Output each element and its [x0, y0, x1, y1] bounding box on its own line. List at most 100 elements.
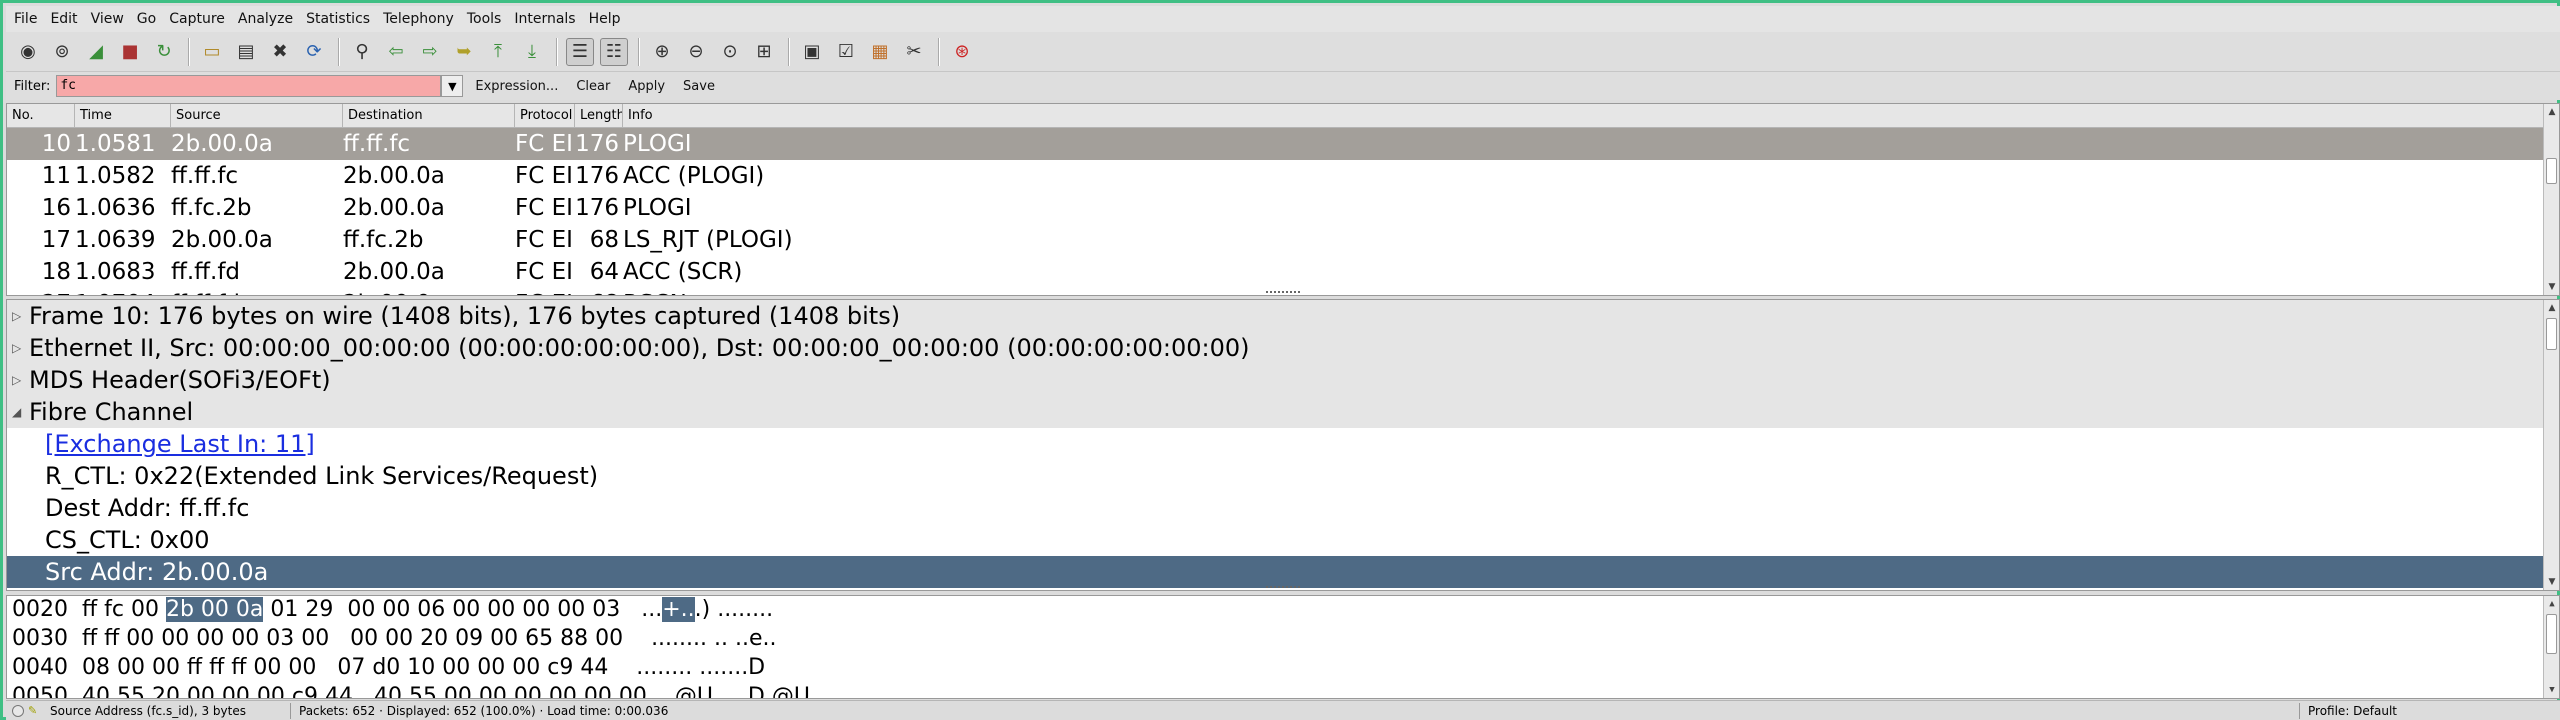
- capture-filters-icon[interactable]: ▣: [798, 38, 826, 66]
- status-bar: ✎ Source Address (fc.s_id), 3 bytes Pack…: [6, 700, 2560, 720]
- menu-statistics[interactable]: Statistics: [306, 11, 370, 27]
- tree-item-src-addr[interactable]: Src Addr: 2b.00.0a: [7, 556, 2559, 588]
- hex-row[interactable]: 0050 40 55 20 00 00 00 c9 44 40 55 00 00…: [7, 683, 2559, 698]
- chevron-down-icon[interactable]: ▼: [441, 75, 464, 97]
- packet-bytes-pane: 0020 ff fc 00 2b 00 0a 01 29 00 00 06 00…: [6, 595, 2560, 699]
- apply-button[interactable]: Apply: [628, 79, 665, 94]
- table-row[interactable]: 10 1.0581 2b.00.0a ff.ff.fc FC EI 176 PL…: [7, 128, 2559, 160]
- menu-help[interactable]: Help: [589, 11, 621, 27]
- column-header-destination[interactable]: Destination: [343, 104, 515, 127]
- collapse-arrow-icon[interactable]: ◢: [12, 396, 21, 428]
- cell-destination: ff.ff.fc: [343, 131, 411, 157]
- cell-info: LS_RJT (PLOGI): [623, 227, 793, 253]
- save-file-icon[interactable]: ▤: [232, 38, 260, 66]
- menu-capture[interactable]: Capture: [169, 11, 225, 27]
- table-row[interactable]: 16 1.0636 ff.fc.2b 2b.00.0a FC EI 176 PL…: [7, 192, 2559, 224]
- menu-analyze[interactable]: Analyze: [238, 11, 293, 27]
- menu-go[interactable]: Go: [137, 11, 156, 27]
- tree-item-cs-ctl[interactable]: CS_CTL: 0x00: [7, 524, 2559, 556]
- column-header-info[interactable]: Info: [623, 104, 2559, 127]
- scroll-up-icon[interactable]: ▲: [2544, 596, 2559, 612]
- tree-item-fibre-channel[interactable]: ◢ Fibre Channel: [7, 396, 2559, 428]
- zoom-out-icon[interactable]: ⊖: [682, 38, 710, 66]
- table-row[interactable]: 17 1.0639 2b.00.0a ff.fc.2b FC EI 68 LS_…: [7, 224, 2559, 256]
- menu-file[interactable]: File: [14, 11, 37, 27]
- menu-internals[interactable]: Internals: [514, 11, 575, 27]
- stop-capture-icon[interactable]: ■: [116, 38, 144, 66]
- hex-row[interactable]: 0030 ff ff 00 00 00 00 03 00 00 00 20 09…: [7, 625, 2559, 654]
- scrollbar-thumb[interactable]: [2546, 318, 2557, 350]
- scroll-down-icon[interactable]: ▼: [2544, 682, 2559, 698]
- hex-row[interactable]: 0040 08 00 00 ff ff ff 00 00 07 d0 10 00…: [7, 654, 2559, 683]
- expression-button[interactable]: Expression...: [475, 79, 558, 94]
- menu-tools[interactable]: Tools: [467, 11, 502, 27]
- go-forward-icon[interactable]: ⇨: [416, 38, 444, 66]
- scroll-up-icon[interactable]: ▲: [2544, 300, 2559, 316]
- help-icon[interactable]: ⊛: [948, 38, 976, 66]
- auto-scroll-icon[interactable]: ☷: [600, 37, 628, 66]
- scrollbar-thumb[interactable]: [2546, 158, 2557, 184]
- tree-item-ethernet[interactable]: ▷ Ethernet II, Src: 00:00:00_00:00:00 (0…: [7, 332, 2559, 364]
- expand-arrow-icon[interactable]: ▷: [12, 332, 21, 364]
- cell-destination: 2b.00.0a: [343, 195, 445, 221]
- column-header-length[interactable]: Length: [575, 104, 623, 127]
- zoom-normal-icon[interactable]: ⊙: [716, 38, 744, 66]
- tree-item-exchange-link[interactable]: [Exchange Last In: 11]: [7, 428, 2559, 460]
- go-back-icon[interactable]: ⇦: [382, 38, 410, 66]
- coloring-rules-icon[interactable]: ▦: [866, 38, 894, 66]
- status-profile[interactable]: Profile: Default: [2300, 704, 2560, 718]
- column-header-no[interactable]: No.: [7, 104, 75, 127]
- table-row[interactable]: 18 1.0683 ff.ff.fd 2b.00.0a FC EI 64 ACC…: [7, 256, 2559, 288]
- preferences-icon[interactable]: ✂: [900, 38, 928, 66]
- go-last-icon[interactable]: ⤓: [518, 38, 546, 66]
- packet-list-scrollbar[interactable]: ▲ ▼: [2543, 104, 2559, 295]
- close-file-icon[interactable]: ✖: [266, 38, 294, 66]
- cell-length: 64: [589, 259, 619, 285]
- capture-options-icon[interactable]: ⊚: [48, 38, 76, 66]
- menu-view[interactable]: View: [91, 11, 124, 27]
- restart-capture-icon[interactable]: ↻: [150, 38, 178, 66]
- scroll-down-icon[interactable]: ▼: [2544, 279, 2559, 295]
- start-capture-icon[interactable]: ◢: [82, 38, 110, 66]
- scroll-up-icon[interactable]: ▲: [2544, 104, 2559, 120]
- find-packet-icon[interactable]: ⚲: [348, 38, 376, 66]
- expand-arrow-icon[interactable]: ▷: [12, 300, 21, 332]
- cell-protocol: FC EI: [515, 163, 573, 189]
- column-header-protocol[interactable]: Protocol: [515, 104, 575, 127]
- scroll-down-icon[interactable]: ▼: [2544, 574, 2559, 590]
- scrollbar-thumb[interactable]: [2546, 614, 2557, 654]
- tree-item-label: Src Addr: 2b.00.0a: [45, 558, 269, 586]
- tree-item-mds-header[interactable]: ▷ MDS Header(SOFi3/EOFt): [7, 364, 2559, 396]
- tree-item-r-ctl[interactable]: R_CTL: 0x22(Extended Link Services/Reque…: [7, 460, 2559, 492]
- capture-comment-icon[interactable]: ✎: [28, 704, 42, 718]
- menu-edit[interactable]: Edit: [50, 11, 77, 27]
- go-to-packet-icon[interactable]: ➥: [450, 38, 478, 66]
- interface-list-icon[interactable]: ◉: [14, 38, 42, 66]
- menu-telephony[interactable]: Telephony: [383, 11, 454, 27]
- save-button[interactable]: Save: [683, 79, 715, 94]
- tree-item-dest-addr[interactable]: Dest Addr: ff.ff.fc: [7, 492, 2559, 524]
- tree-item-frame[interactable]: ▷ Frame 10: 176 bytes on wire (1408 bits…: [7, 300, 2559, 332]
- pane-splitter-handle[interactable]: [1266, 291, 1300, 295]
- exchange-link[interactable]: [Exchange Last In: 11]: [45, 430, 315, 458]
- reload-icon[interactable]: ⟳: [300, 38, 328, 66]
- hex-row[interactable]: 0020 ff fc 00 2b 00 0a 01 29 00 00 06 00…: [7, 596, 2559, 625]
- display-filter-input[interactable]: fc: [56, 75, 442, 97]
- pane-splitter-handle[interactable]: [1266, 586, 1300, 590]
- column-header-source[interactable]: Source: [171, 104, 343, 127]
- clear-button[interactable]: Clear: [576, 79, 610, 94]
- display-filters-icon[interactable]: ☑: [832, 38, 860, 66]
- cell-time: 1.0581: [75, 131, 156, 157]
- cell-destination: ff.fc.2b: [343, 227, 424, 253]
- open-file-icon[interactable]: ▭: [198, 38, 226, 66]
- expert-info-icon[interactable]: [12, 704, 24, 717]
- go-first-icon[interactable]: ⤒: [484, 38, 512, 66]
- table-row[interactable]: 11 1.0582 ff.ff.fc 2b.00.0a FC EI 176 AC…: [7, 160, 2559, 192]
- colorize-icon[interactable]: ☰: [566, 37, 594, 66]
- resize-columns-icon[interactable]: ⊞: [750, 38, 778, 66]
- zoom-in-icon[interactable]: ⊕: [648, 38, 676, 66]
- column-header-time[interactable]: Time: [75, 104, 171, 127]
- details-scrollbar[interactable]: ▲ ▼: [2543, 300, 2559, 590]
- expand-arrow-icon[interactable]: ▷: [12, 364, 21, 396]
- bytes-scrollbar[interactable]: ▲ ▼: [2543, 596, 2559, 698]
